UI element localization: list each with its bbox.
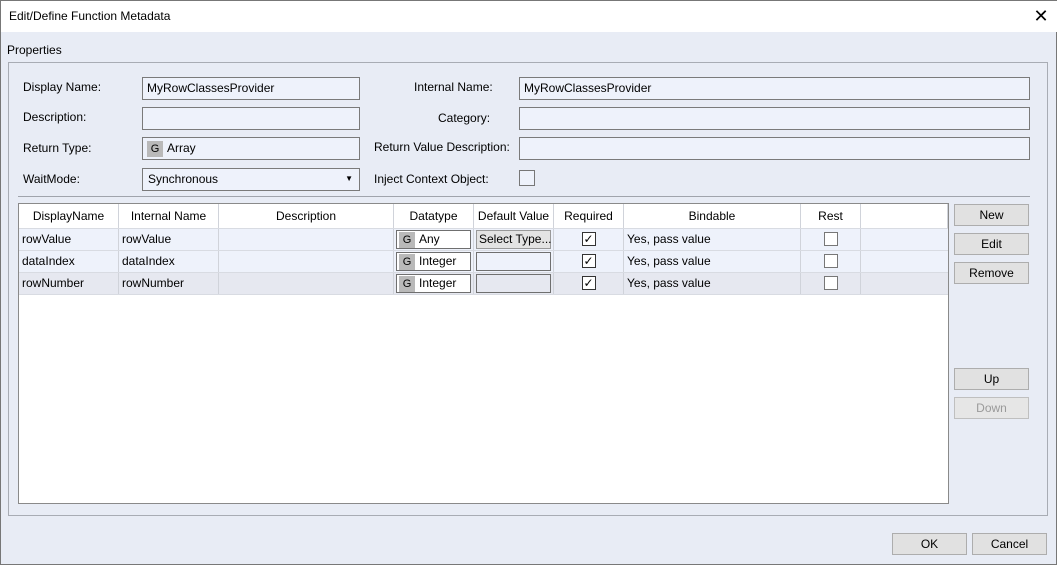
select-type-button[interactable]: Select Type... [476,230,552,249]
datatype-value: Integer [419,254,457,269]
required-cell: ✓ [554,229,624,250]
generic-type-icon: G [399,232,415,248]
filler-cell [861,229,948,250]
chevron-down-icon: ▼ [345,174,353,183]
waitmode-value: Synchronous [148,172,219,186]
return-type-label: Return Type: [23,141,92,155]
table-row[interactable]: rowNumber rowNumber G Integer ✓ Yes, pass val… [19,273,948,295]
generic-type-icon: G [147,141,163,157]
column-header[interactable]: DisplayName [19,204,119,228]
datatype-cell[interactable]: G Any [394,229,474,250]
waitmode-label: WaitMode: [23,172,80,186]
properties-group-label: Properties [7,43,62,57]
category-input[interactable] [519,107,1030,130]
display-name-input[interactable]: MyRowClassesProvider [142,77,360,100]
ok-button[interactable]: OK [892,533,967,555]
column-header[interactable]: Bindable [624,204,801,228]
datatype-value: Integer [419,276,457,291]
category-label: Category: [438,111,491,125]
filler-cell [861,251,948,272]
bindable-cell[interactable]: Yes, pass value [624,229,801,250]
inject-context-checkbox[interactable] [519,170,535,186]
generic-type-icon: G [399,254,415,270]
column-header[interactable]: Required [554,204,624,228]
description-input[interactable] [142,107,360,130]
filler-cell [861,273,948,294]
required-checkbox[interactable]: ✓ [581,276,596,290]
rest-checkbox[interactable] [823,232,838,246]
internal-name-cell[interactable]: rowValue [119,229,219,250]
window-title: Edit/Define Function Metadata [9,9,171,23]
required-checkbox[interactable]: ✓ [581,232,596,246]
column-header[interactable]: Datatype [394,204,474,228]
default-value-input[interactable] [476,252,551,271]
datatype-cell[interactable]: G Integer [394,273,474,294]
return-value-description-input[interactable] [519,137,1030,160]
column-header[interactable]: Description [219,204,394,228]
grid-header: DisplayName Internal Name Description Datat… [19,204,948,229]
column-header[interactable]: Rest [801,204,861,228]
up-button[interactable]: Up [954,368,1029,390]
description-cell[interactable] [219,229,394,250]
remove-button[interactable]: Remove [954,262,1029,284]
generic-type-icon: G [399,276,415,292]
edit-button[interactable]: Edit [954,233,1029,255]
description-label: Description: [23,110,87,124]
column-header[interactable] [861,204,948,228]
internal-name-label: Internal Name: [414,80,493,94]
rest-checkbox[interactable] [823,254,838,268]
column-header[interactable]: Internal Name [119,204,219,228]
new-button[interactable]: New [954,204,1029,226]
rest-cell [801,251,861,272]
close-icon[interactable]: ✕ [1029,4,1053,28]
return-type-value: Array [167,141,196,156]
default-value-cell[interactable] [474,273,554,294]
rest-cell [801,229,861,250]
default-value-cell[interactable] [474,251,554,272]
description-cell[interactable] [219,273,394,294]
inject-context-label: Inject Context Object: [374,172,489,186]
table-row[interactable]: rowValue rowValue G Any Select Type... ✓ Yes, … [19,229,948,251]
parameters-grid: DisplayName Internal Name Description Datat… [18,203,949,504]
internal-name-input[interactable]: MyRowClassesProvider [519,77,1030,100]
return-type-input[interactable]: G Array [142,137,360,160]
required-checkbox[interactable]: ✓ [581,254,596,268]
return-value-description-label: Return Value Description: [374,140,510,154]
table-row[interactable]: dataIndex dataIndex G Integer ✓ Yes, pass val… [19,251,948,273]
display-name-cell[interactable]: rowNumber [19,273,119,294]
cancel-button[interactable]: Cancel [972,533,1047,555]
rest-checkbox[interactable] [823,276,838,290]
internal-name-cell[interactable]: dataIndex [119,251,219,272]
datatype-value: Any [419,232,440,247]
separator [18,196,1030,197]
required-cell: ✓ [554,273,624,294]
rest-cell [801,273,861,294]
bindable-cell[interactable]: Yes, pass value [624,273,801,294]
required-cell: ✓ [554,251,624,272]
internal-name-cell[interactable]: rowNumber [119,273,219,294]
datatype-cell[interactable]: G Integer [394,251,474,272]
waitmode-select[interactable]: Synchronous ▼ [142,168,360,191]
column-header[interactable]: Default Value [474,204,554,228]
display-name-label: Display Name: [23,80,102,94]
default-value-cell[interactable]: Select Type... [474,229,554,250]
display-name-cell[interactable]: dataIndex [19,251,119,272]
display-name-cell[interactable]: rowValue [19,229,119,250]
bindable-cell[interactable]: Yes, pass value [624,251,801,272]
down-button[interactable]: Down [954,397,1029,419]
description-cell[interactable] [219,251,394,272]
default-value-input[interactable] [476,274,551,293]
